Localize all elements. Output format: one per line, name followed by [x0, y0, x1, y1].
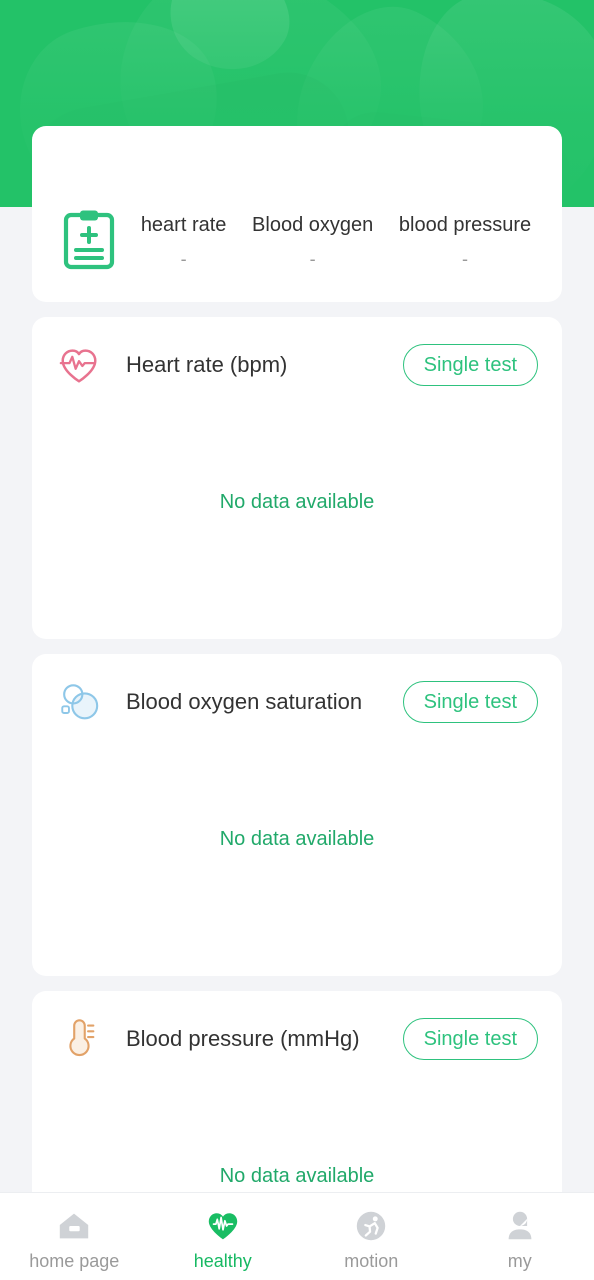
- summary-metric-label: heart rate: [140, 213, 227, 236]
- heart-ekg-icon: [204, 1207, 242, 1245]
- card-header: Blood oxygen saturation Single test: [56, 680, 538, 724]
- summary-metric-label: Blood oxygen: [252, 213, 374, 236]
- empty-state-text: No data available: [219, 828, 375, 850]
- card-title: Heart rate (bpm): [126, 352, 288, 377]
- nav-item-home-page[interactable]: home page: [0, 1203, 149, 1271]
- blood-pressure-card: Blood pressure (mmHg) Single test No dat…: [32, 991, 562, 1192]
- summary-metrics: heart rate - Blood oxygen - blood pressu…: [118, 213, 544, 268]
- nav-label: home page: [29, 1250, 120, 1271]
- oxygen-bubbles-icon: [56, 679, 102, 725]
- house-icon: [55, 1207, 93, 1245]
- heart-pulse-icon: [56, 342, 102, 388]
- nav-label: healthy: [193, 1250, 252, 1271]
- summary-metric-value: -: [462, 248, 469, 269]
- health-content-scroll[interactable]: heart rate - Blood oxygen - blood pressu…: [0, 0, 594, 1192]
- summary-metric-value: -: [309, 248, 316, 269]
- summary-metric-label: blood pressure: [398, 213, 532, 236]
- thermometer-icon: [56, 1016, 102, 1062]
- nav-label: motion: [344, 1250, 399, 1271]
- person-avatar-icon: [501, 1207, 539, 1245]
- bottom-navigation: home page healthy motion my: [0, 1192, 594, 1280]
- summary-metric-blood-oxygen: Blood oxygen -: [252, 213, 373, 268]
- medical-clipboard-icon: [60, 209, 118, 271]
- health-summary-card: heart rate - Blood oxygen - blood pressu…: [32, 126, 562, 302]
- nav-item-my[interactable]: my: [446, 1203, 594, 1271]
- blood-oxygen-card: Blood oxygen saturation Single test No d…: [32, 654, 562, 976]
- running-person-icon: [352, 1207, 390, 1245]
- single-test-button-heart-rate[interactable]: Single test: [402, 344, 538, 386]
- nav-item-healthy[interactable]: healthy: [149, 1203, 298, 1271]
- nav-item-motion[interactable]: motion: [297, 1203, 446, 1271]
- card-header: Heart rate (bpm) Single test: [56, 343, 538, 387]
- single-test-button-blood-pressure[interactable]: Single test: [402, 1018, 538, 1060]
- card-header: Blood pressure (mmHg) Single test: [56, 1017, 538, 1061]
- card-title: Blood pressure (mmHg): [126, 1026, 360, 1051]
- empty-state-text: No data available: [219, 1165, 375, 1187]
- summary-metric-heart-rate: heart rate -: [141, 213, 227, 268]
- card-title: Blood oxygen saturation: [126, 689, 363, 714]
- summary-metric-blood-pressure: blood pressure -: [399, 213, 531, 268]
- nav-label: my: [507, 1250, 532, 1271]
- summary-metric-value: -: [180, 248, 187, 269]
- heart-rate-card: Heart rate (bpm) Single test No data ava…: [32, 317, 562, 639]
- empty-state-text: No data available: [219, 491, 375, 513]
- single-test-button-blood-oxygen[interactable]: Single test: [402, 681, 538, 723]
